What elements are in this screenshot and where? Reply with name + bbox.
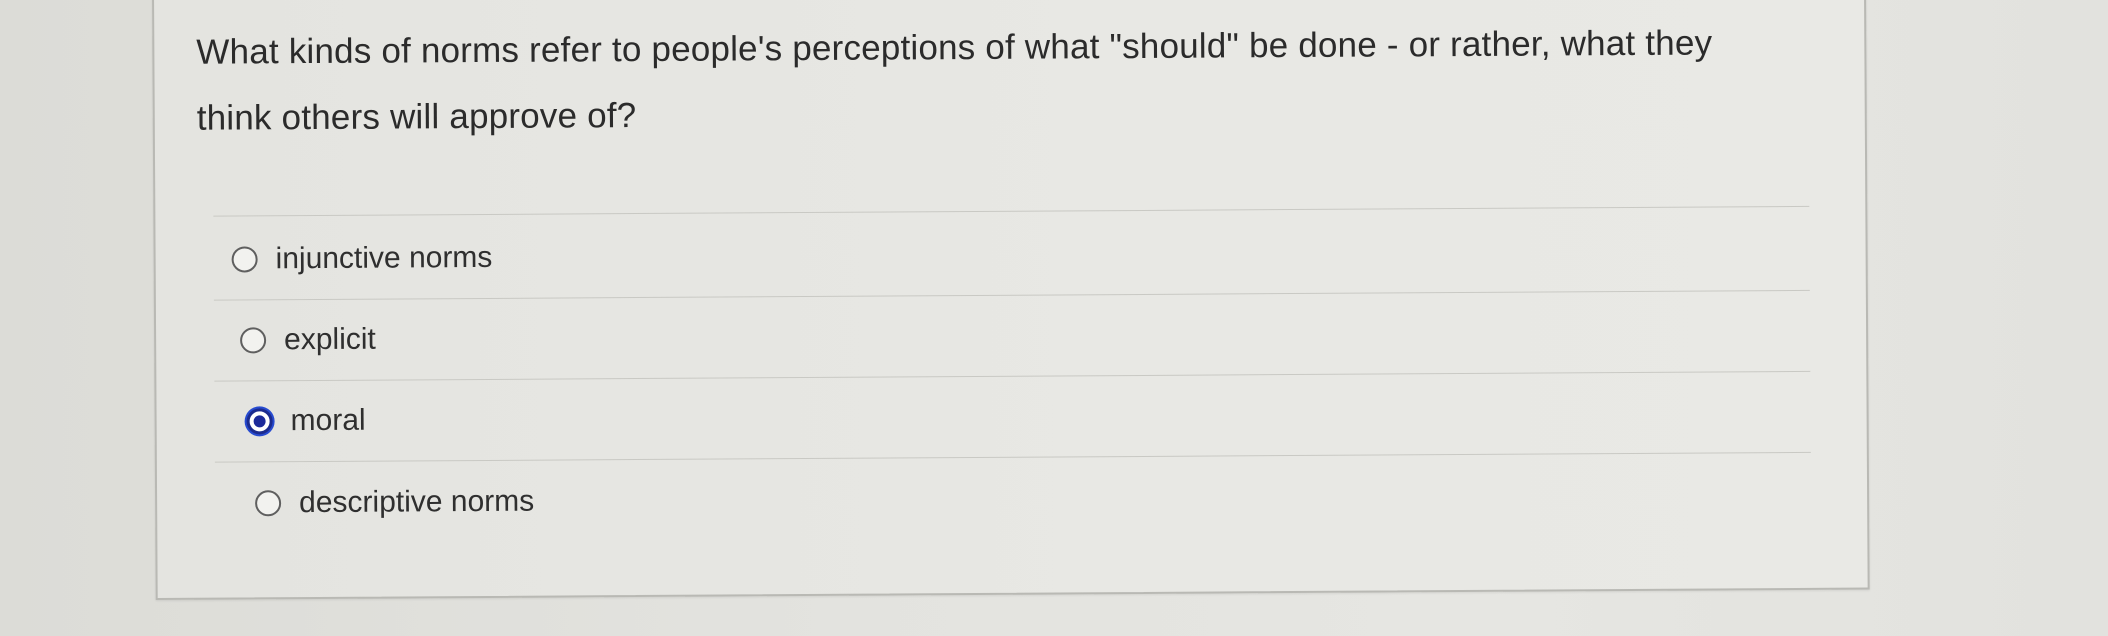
option-label: explicit (284, 322, 376, 357)
question-text: What kinds of norms refer to people's pe… (196, 23, 1713, 138)
radio-button-unselected-icon[interactable] (231, 246, 258, 273)
radio-button-unselected-icon[interactable] (240, 327, 267, 354)
option-label: moral (290, 403, 366, 438)
option-explicit[interactable]: explicit (213, 290, 1811, 382)
option-descriptive-norms[interactable]: descriptive norms (215, 453, 1811, 544)
question-card: What kinds of norms refer to people's pe… (152, 0, 1870, 600)
option-moral[interactable]: moral (214, 371, 1811, 463)
option-label: descriptive norms (299, 484, 535, 519)
answer-options: injunctive norms explicit moral descript… (213, 209, 1811, 544)
radio-button-selected-icon[interactable] (246, 408, 273, 435)
radio-button-unselected-icon[interactable] (255, 489, 282, 516)
option-injunctive-norms[interactable]: injunctive norms (213, 209, 1810, 301)
option-label: injunctive norms (275, 240, 493, 276)
